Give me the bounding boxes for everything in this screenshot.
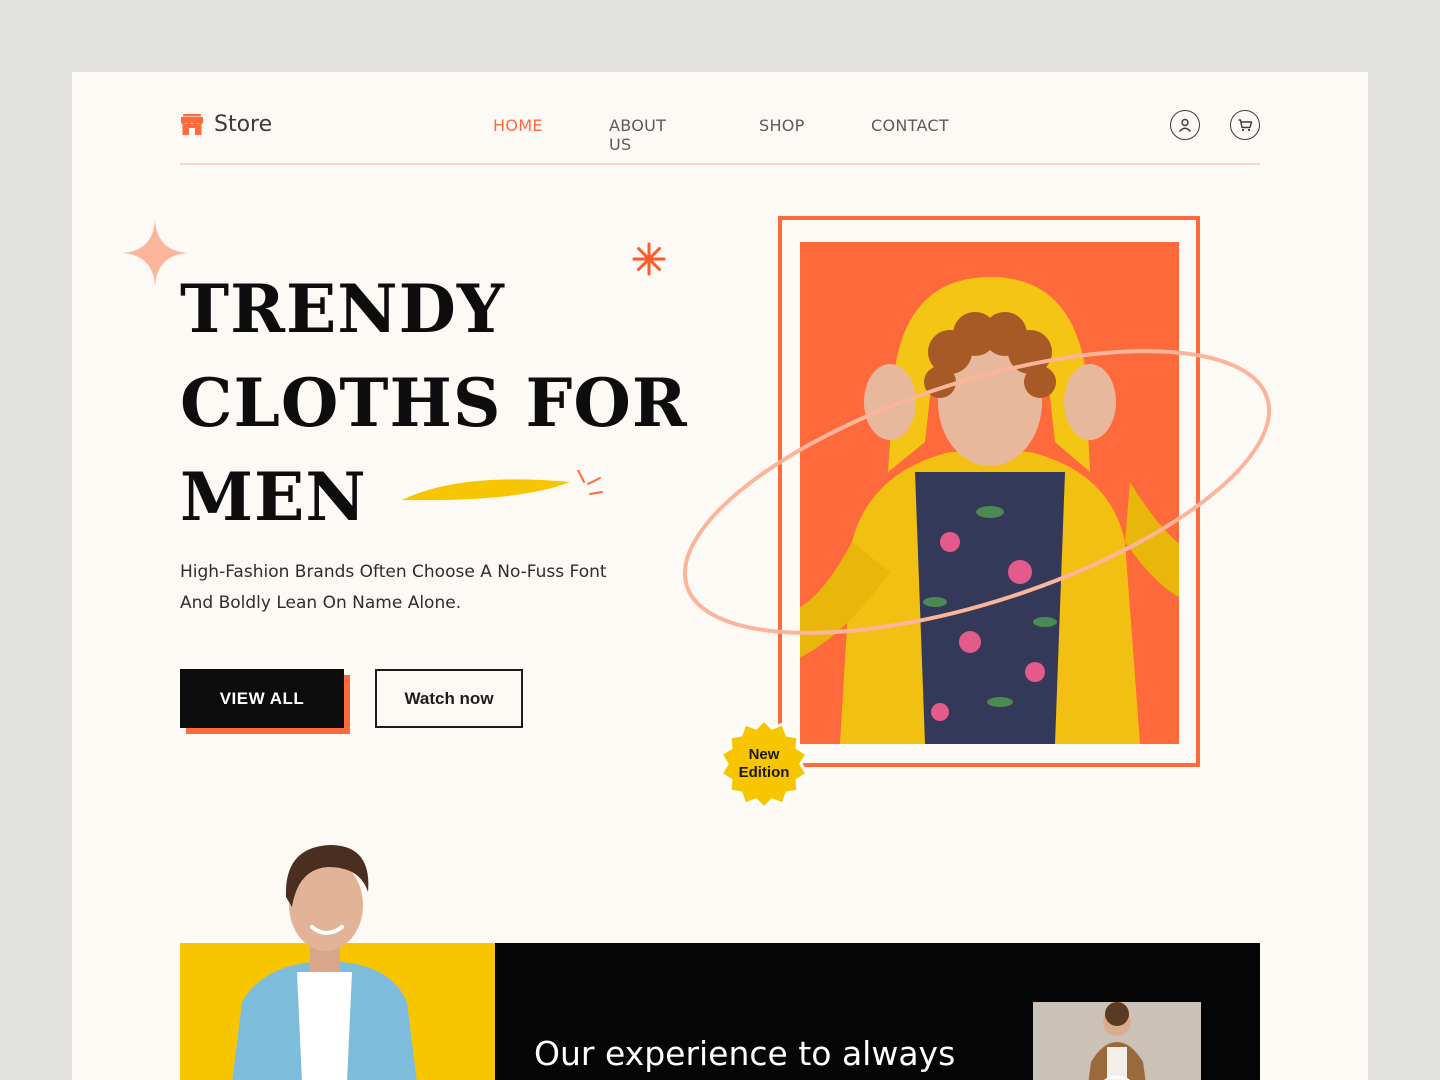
header-actions <box>1170 110 1260 140</box>
hero-title-line-1: TRENDY <box>180 270 505 348</box>
nav-home[interactable]: HOME <box>493 116 543 135</box>
video-thumbnail[interactable] <box>1033 1002 1201 1080</box>
nav-shop[interactable]: SHOP <box>759 116 805 135</box>
store-icon <box>180 113 204 136</box>
logo[interactable]: Store <box>180 112 272 137</box>
cart-icon[interactable] <box>1230 110 1260 140</box>
badge-line-1: New <box>748 746 780 763</box>
yellow-swoosh <box>402 470 603 501</box>
header-divider <box>180 163 1260 165</box>
orbit-ring <box>682 349 1272 635</box>
new-edition-badge: New Edition <box>718 718 810 810</box>
section-headline: Our experience to always <box>534 1034 956 1073</box>
badge-label: New Edition <box>739 746 790 782</box>
view-all-button[interactable]: VIEW ALL <box>180 669 344 728</box>
hero-title-line-2: CLOTHS FOR <box>180 364 688 442</box>
hero-subtitle: High-Fashion Brands Often Choose A No-Fu… <box>180 562 607 613</box>
page-frame: Store HOME ABOUT US SHOP CONTACT TRENDY … <box>72 72 1368 1080</box>
user-icon[interactable] <box>1170 110 1200 140</box>
nav-about-us[interactable]: ABOUT US <box>609 116 666 154</box>
featured-model-image <box>232 845 417 1080</box>
brand-name: Store <box>214 112 273 137</box>
badge-line-2: Edition <box>738 764 790 781</box>
watch-now-button[interactable]: Watch now <box>375 669 523 728</box>
nav-contact[interactable]: CONTACT <box>871 116 949 135</box>
